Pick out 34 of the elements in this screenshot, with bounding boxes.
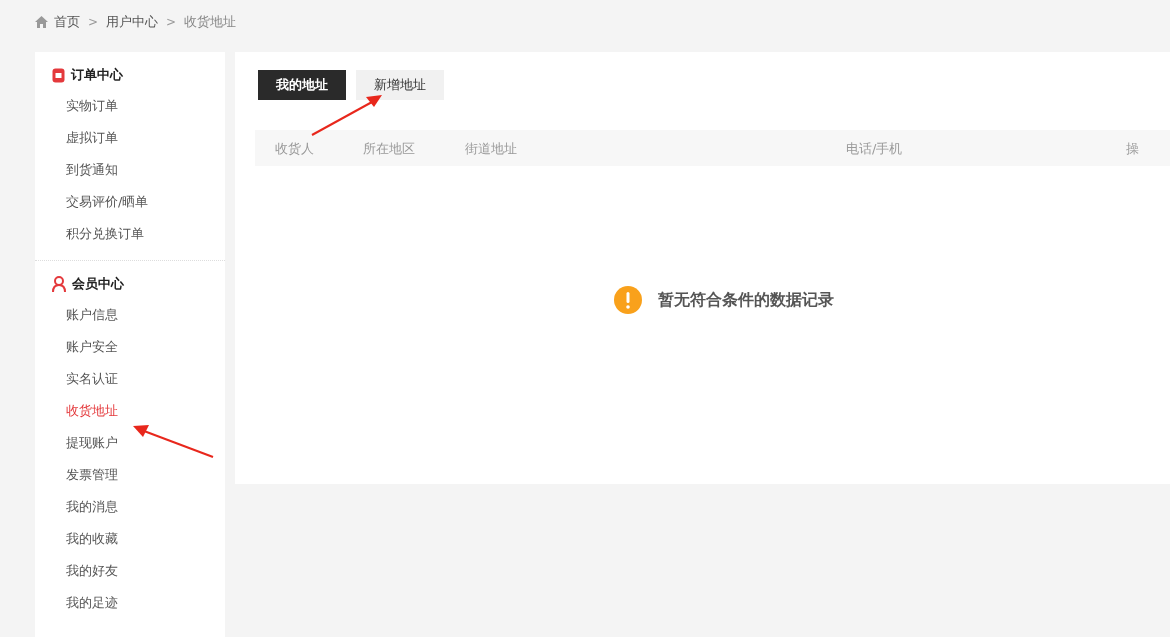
empty-message: 暂无符合条件的数据记录 <box>658 289 834 311</box>
tab[interactable]: 新增地址 <box>356 70 444 100</box>
sidebar-item[interactable]: 虚拟订单 <box>35 122 118 154</box>
home-icon <box>35 16 48 28</box>
sidebar-item[interactable]: 发票管理 <box>35 459 118 491</box>
sidebar-item[interactable]: 收货地址 <box>35 395 118 427</box>
column-header: 街道地址 <box>465 141 517 156</box>
sidebar-item[interactable]: 账户安全 <box>35 331 118 363</box>
breadcrumb-item: 收货地址 <box>184 13 237 31</box>
warning-icon <box>614 286 642 314</box>
column-header: 电话/手机 <box>846 141 903 156</box>
document-icon <box>52 67 65 83</box>
sidebar-item[interactable]: 我的足迹 <box>35 587 118 619</box>
sidebar-item[interactable]: 我的收藏 <box>35 523 118 555</box>
sidebar-item[interactable]: 提现账户 <box>35 427 118 459</box>
sidebar-item[interactable]: 积分兑换订单 <box>35 218 144 250</box>
column-header: 收货人 <box>275 141 314 156</box>
column-header: 操 <box>1126 141 1139 156</box>
sidebar-heading: 订单中心 <box>71 66 123 84</box>
column-header: 所在地区 <box>363 141 415 156</box>
sidebar-item[interactable]: 实物订单 <box>35 90 118 122</box>
user-icon <box>52 276 66 292</box>
sidebar-item[interactable]: 我的消息 <box>35 491 118 523</box>
sidebar-heading: 会员中心 <box>72 275 124 293</box>
breadcrumb-separator: > <box>166 15 177 29</box>
tab[interactable]: 我的地址 <box>258 70 346 100</box>
sidebar-item[interactable]: 账户信息 <box>35 299 118 331</box>
breadcrumb-item[interactable]: 用户中心 <box>106 13 159 31</box>
sidebar-item[interactable]: 到货通知 <box>35 154 118 186</box>
sidebar-item[interactable]: 交易评价/晒单 <box>35 186 149 218</box>
sidebar-item[interactable]: 实名认证 <box>35 363 118 395</box>
breadcrumb-item[interactable]: 首页 <box>54 13 80 31</box>
sidebar-item[interactable]: 我的好友 <box>35 555 118 587</box>
breadcrumb-separator: > <box>88 15 99 29</box>
